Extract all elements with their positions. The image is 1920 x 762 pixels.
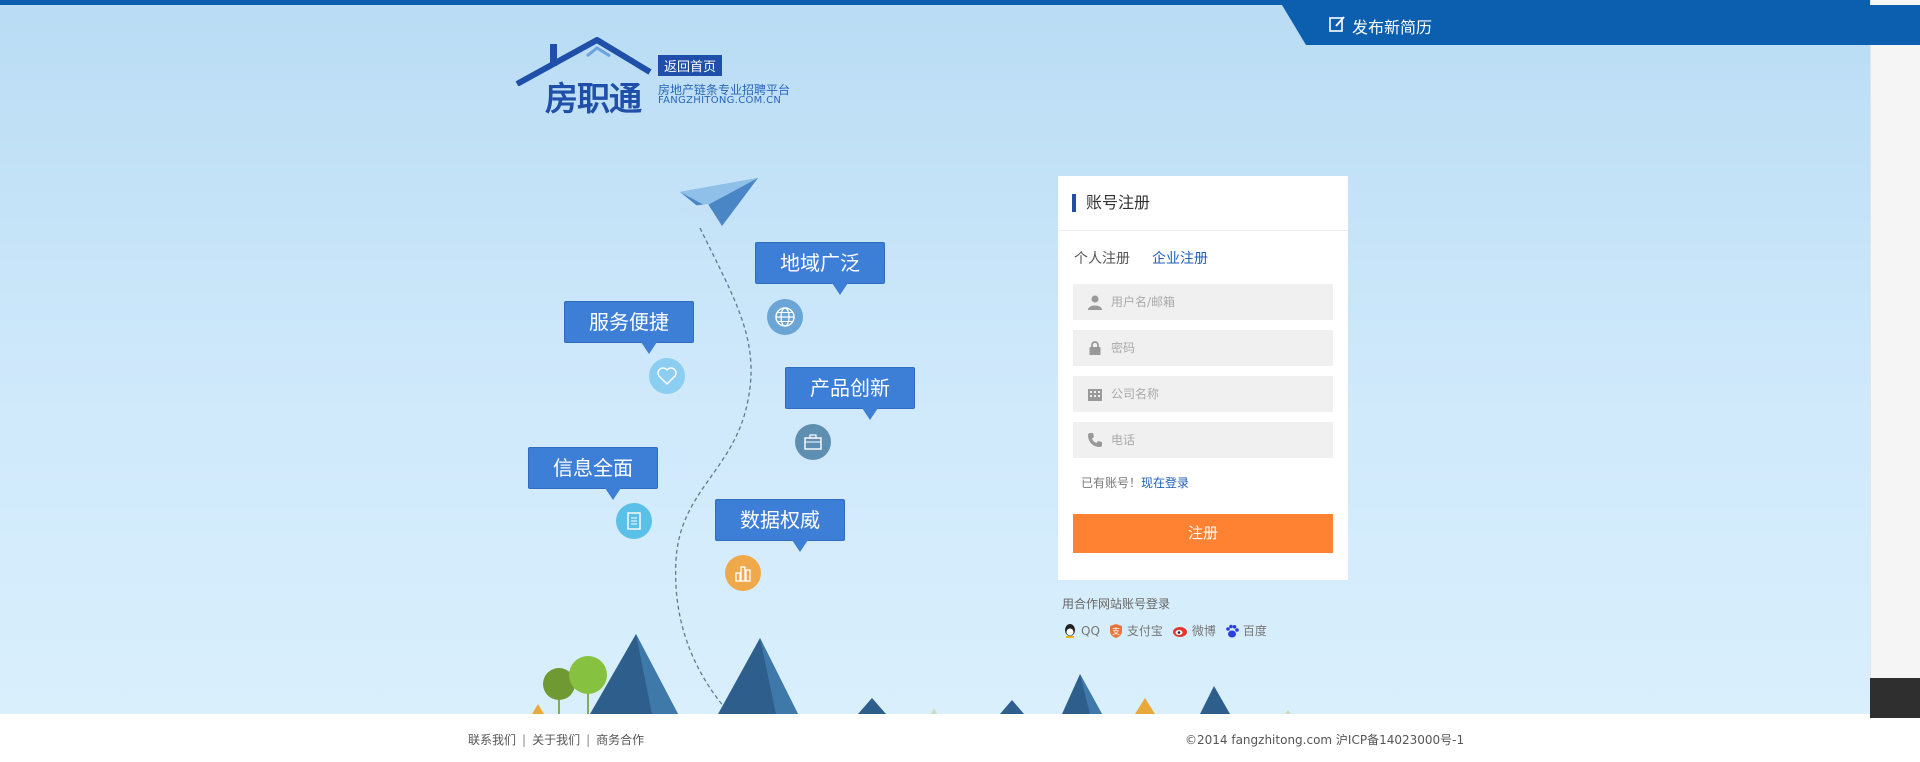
hero-illustration	[532, 178, 1291, 714]
username-input[interactable]	[1111, 284, 1321, 320]
footer-about-link[interactable]: 关于我们	[532, 733, 580, 747]
tab-personal-register[interactable]: 个人注册	[1074, 248, 1130, 268]
company-name-input[interactable]	[1111, 376, 1321, 412]
footer-links: 联系我们 | 关于我们 | 商务合作	[468, 731, 644, 748]
weibo-login[interactable]: 微博	[1171, 622, 1216, 639]
logo-domain: FANGZHITONG.COM.CN	[658, 95, 782, 106]
alipay-label: 支付宝	[1126, 624, 1163, 638]
have-account-text: 已有账号！现在登录	[1081, 474, 1189, 491]
weibo-label: 微博	[1191, 624, 1216, 638]
publish-resume-label: 发布新简历	[1352, 18, 1433, 37]
side-dark-block	[1870, 678, 1920, 718]
footer-separator: |	[522, 733, 527, 747]
baidu-label: 百度	[1242, 624, 1267, 638]
user-icon	[1088, 295, 1102, 310]
alipay-icon: 支	[1109, 623, 1122, 638]
feature-bubble-wide-coverage: 地域广泛	[755, 242, 885, 295]
username-field[interactable]	[1073, 284, 1333, 320]
back-home-link[interactable]: 返回首页	[658, 55, 723, 76]
svg-text:支: 支	[1112, 626, 1120, 636]
paper-plane-icon	[674, 178, 758, 226]
password-field[interactable]	[1073, 330, 1333, 366]
feature-bubble-comprehensive-info: 信息全面	[528, 447, 658, 500]
qq-login[interactable]: QQ	[1062, 622, 1100, 639]
logo-brand-name: 房职通	[545, 79, 642, 118]
briefcase-icon	[795, 424, 831, 460]
feature-bubble-authoritative-data: 数据权威	[715, 499, 845, 552]
feature-bubble-product-innovation: 产品创新	[785, 367, 915, 420]
building-icon	[1088, 389, 1102, 401]
footer-contact-link[interactable]: 联系我们	[468, 733, 516, 747]
globe-icon	[767, 299, 803, 335]
publish-resume-button[interactable]: 发布新简历	[1282, 5, 1920, 45]
footer-separator: |	[586, 733, 591, 747]
password-input[interactable]	[1111, 330, 1321, 366]
register-card: 账号注册 个人注册 企业注册 已有账号！现在登录 注册	[1058, 176, 1348, 580]
top-accent-bar	[0, 0, 1870, 5]
company-name-field[interactable]	[1073, 376, 1333, 412]
register-title: 账号注册	[1072, 194, 1150, 212]
footer-business-link[interactable]: 商务合作	[596, 733, 644, 747]
baidu-login[interactable]: 百度	[1224, 622, 1267, 639]
bar-chart-icon	[725, 555, 761, 591]
hero-background: 地域广泛 服务便捷 产品创新 信息全面 数据权威 房职通 返回首页 房地产链条专…	[0, 0, 1870, 714]
edit-icon	[1329, 16, 1345, 32]
right-side-strip	[1870, 0, 1920, 714]
phone-icon	[1088, 433, 1102, 447]
site-logo[interactable]: 房职通 返回首页 房地产链条专业招聘平台 FANGZHITONG.COM.CN	[515, 36, 795, 118]
heart-icon	[649, 358, 685, 394]
qq-icon	[1065, 623, 1075, 638]
footer-copyright: ©2014 fangzhitong.com 沪ICP备14023000号-1	[1185, 733, 1465, 747]
register-divider	[1058, 230, 1348, 231]
alipay-login[interactable]: 支 支付宝	[1108, 622, 1163, 639]
lock-icon	[1089, 341, 1101, 355]
document-icon	[616, 503, 652, 539]
phone-field[interactable]	[1073, 422, 1333, 458]
baidu-paw-icon	[1226, 624, 1239, 637]
feature-bubble-convenient-service: 服务便捷	[564, 301, 694, 354]
login-now-link[interactable]: 现在登录	[1141, 476, 1189, 490]
register-button[interactable]: 注册	[1073, 514, 1333, 553]
tab-company-register[interactable]: 企业注册	[1152, 248, 1208, 268]
weibo-icon	[1172, 626, 1187, 637]
partner-login-title: 用合作网站账号登录	[1062, 597, 1171, 611]
mountain-shapes	[532, 634, 1291, 714]
phone-input[interactable]	[1111, 422, 1321, 458]
partner-login-list: QQ 支 支付宝 微博 百度	[1062, 622, 1267, 639]
qq-label: QQ	[1081, 623, 1100, 638]
have-account-label: 已有账号！	[1081, 476, 1142, 490]
